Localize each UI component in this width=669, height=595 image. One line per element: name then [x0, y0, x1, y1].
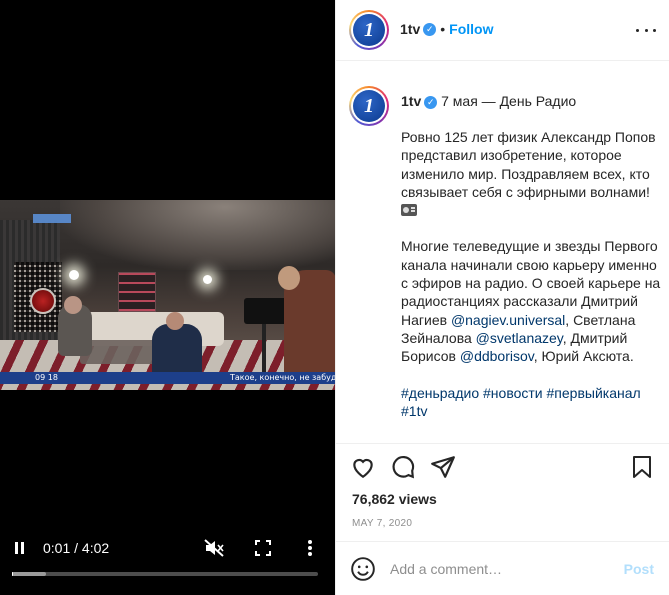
- hashtag-link[interactable]: #1tv: [401, 403, 427, 419]
- pause-icon[interactable]: [12, 538, 28, 558]
- follow-button[interactable]: Follow: [449, 21, 493, 37]
- separator: •: [440, 21, 446, 37]
- caption-headline: 1tv ✓ 7 мая — День Радио: [401, 93, 576, 109]
- radio-icon: [401, 204, 417, 217]
- mention-link[interactable]: @svetlanazey: [476, 330, 563, 346]
- hashtag-link[interactable]: #новости: [483, 385, 543, 401]
- view-count[interactable]: 76,862 views: [352, 491, 437, 507]
- hashtag-link[interactable]: #первыйканал: [547, 385, 641, 401]
- emoji-icon[interactable]: [350, 556, 376, 582]
- channel-bug: [33, 214, 71, 223]
- avatar[interactable]: 1: [349, 10, 389, 50]
- caption-text: Ровно 125 лет физик Александр Попов пред…: [401, 128, 661, 438]
- video-time: 0:01 / 4:02: [43, 540, 110, 556]
- heart-icon[interactable]: [350, 454, 378, 482]
- header-user-line: 1tv ✓ • Follow: [400, 21, 493, 39]
- caption-intro: 7 мая — День Радио: [441, 93, 577, 109]
- video-player[interactable]: 09 18 Такое, конечно, не забуд 0:01 / 4:…: [0, 0, 335, 595]
- more-options-icon[interactable]: [636, 22, 656, 38]
- post-side-panel: 1 1tv ✓ • Follow 1 1tv ✓ 7 мая — День Радио …: [335, 0, 669, 595]
- comment-icon[interactable]: [390, 454, 418, 482]
- verified-icon: ✓: [423, 23, 437, 37]
- guest-head: [64, 296, 82, 314]
- action-bar: [336, 454, 669, 488]
- progress-buffered: [12, 572, 46, 576]
- red-sign: [30, 288, 56, 314]
- host-head: [166, 312, 184, 330]
- lit-shelf: [118, 272, 156, 312]
- caption-username[interactable]: 1tv: [401, 93, 421, 109]
- video-progress-bar[interactable]: [12, 572, 318, 576]
- post-header: 1 1tv ✓ • Follow: [336, 0, 669, 61]
- hashtag-link[interactable]: #деньрадио: [401, 385, 479, 401]
- studio-light-right: [203, 275, 212, 284]
- studio-ceiling: [60, 200, 335, 270]
- channel-logo-icon: 1: [353, 90, 385, 122]
- comment-bar: Post: [336, 541, 669, 595]
- ticker-text: Такое, конечно, не забуд: [230, 373, 335, 382]
- more-vertical-icon[interactable]: [300, 538, 320, 558]
- comment-input[interactable]: [390, 557, 610, 581]
- header-username[interactable]: 1tv: [400, 21, 420, 37]
- video-controls: 0:01 / 4:02: [0, 530, 335, 595]
- caption-paragraph-1: Ровно 125 лет физик Александр Попов пред…: [401, 129, 656, 200]
- verified-icon: ✓: [424, 95, 438, 109]
- bookmark-icon[interactable]: [630, 454, 658, 482]
- share-icon[interactable]: [430, 454, 458, 482]
- caption-avatar[interactable]: 1: [349, 86, 389, 126]
- mute-icon[interactable]: [203, 538, 225, 558]
- mention-link[interactable]: @ddborisov: [460, 348, 534, 364]
- caption-paragraph-2d: , Юрий Аксюта.: [533, 348, 634, 365]
- mention-link[interactable]: @nagiev.universal: [451, 312, 565, 328]
- operator-head: [278, 266, 300, 290]
- fullscreen-icon[interactable]: [253, 538, 273, 558]
- tv-camera: [244, 298, 288, 324]
- post-button[interactable]: Post: [624, 561, 654, 577]
- studio-light-left: [69, 270, 79, 280]
- ticker-clock: 09 18: [35, 373, 58, 382]
- post-date: MAY 7, 2020: [352, 518, 413, 529]
- channel-logo-icon: 1: [353, 14, 385, 46]
- caption-section: 1 1tv ✓ 7 мая — День Радио Ровно 125 лет …: [336, 62, 669, 444]
- video-frame[interactable]: 09 18 Такое, конечно, не забуд: [0, 200, 335, 390]
